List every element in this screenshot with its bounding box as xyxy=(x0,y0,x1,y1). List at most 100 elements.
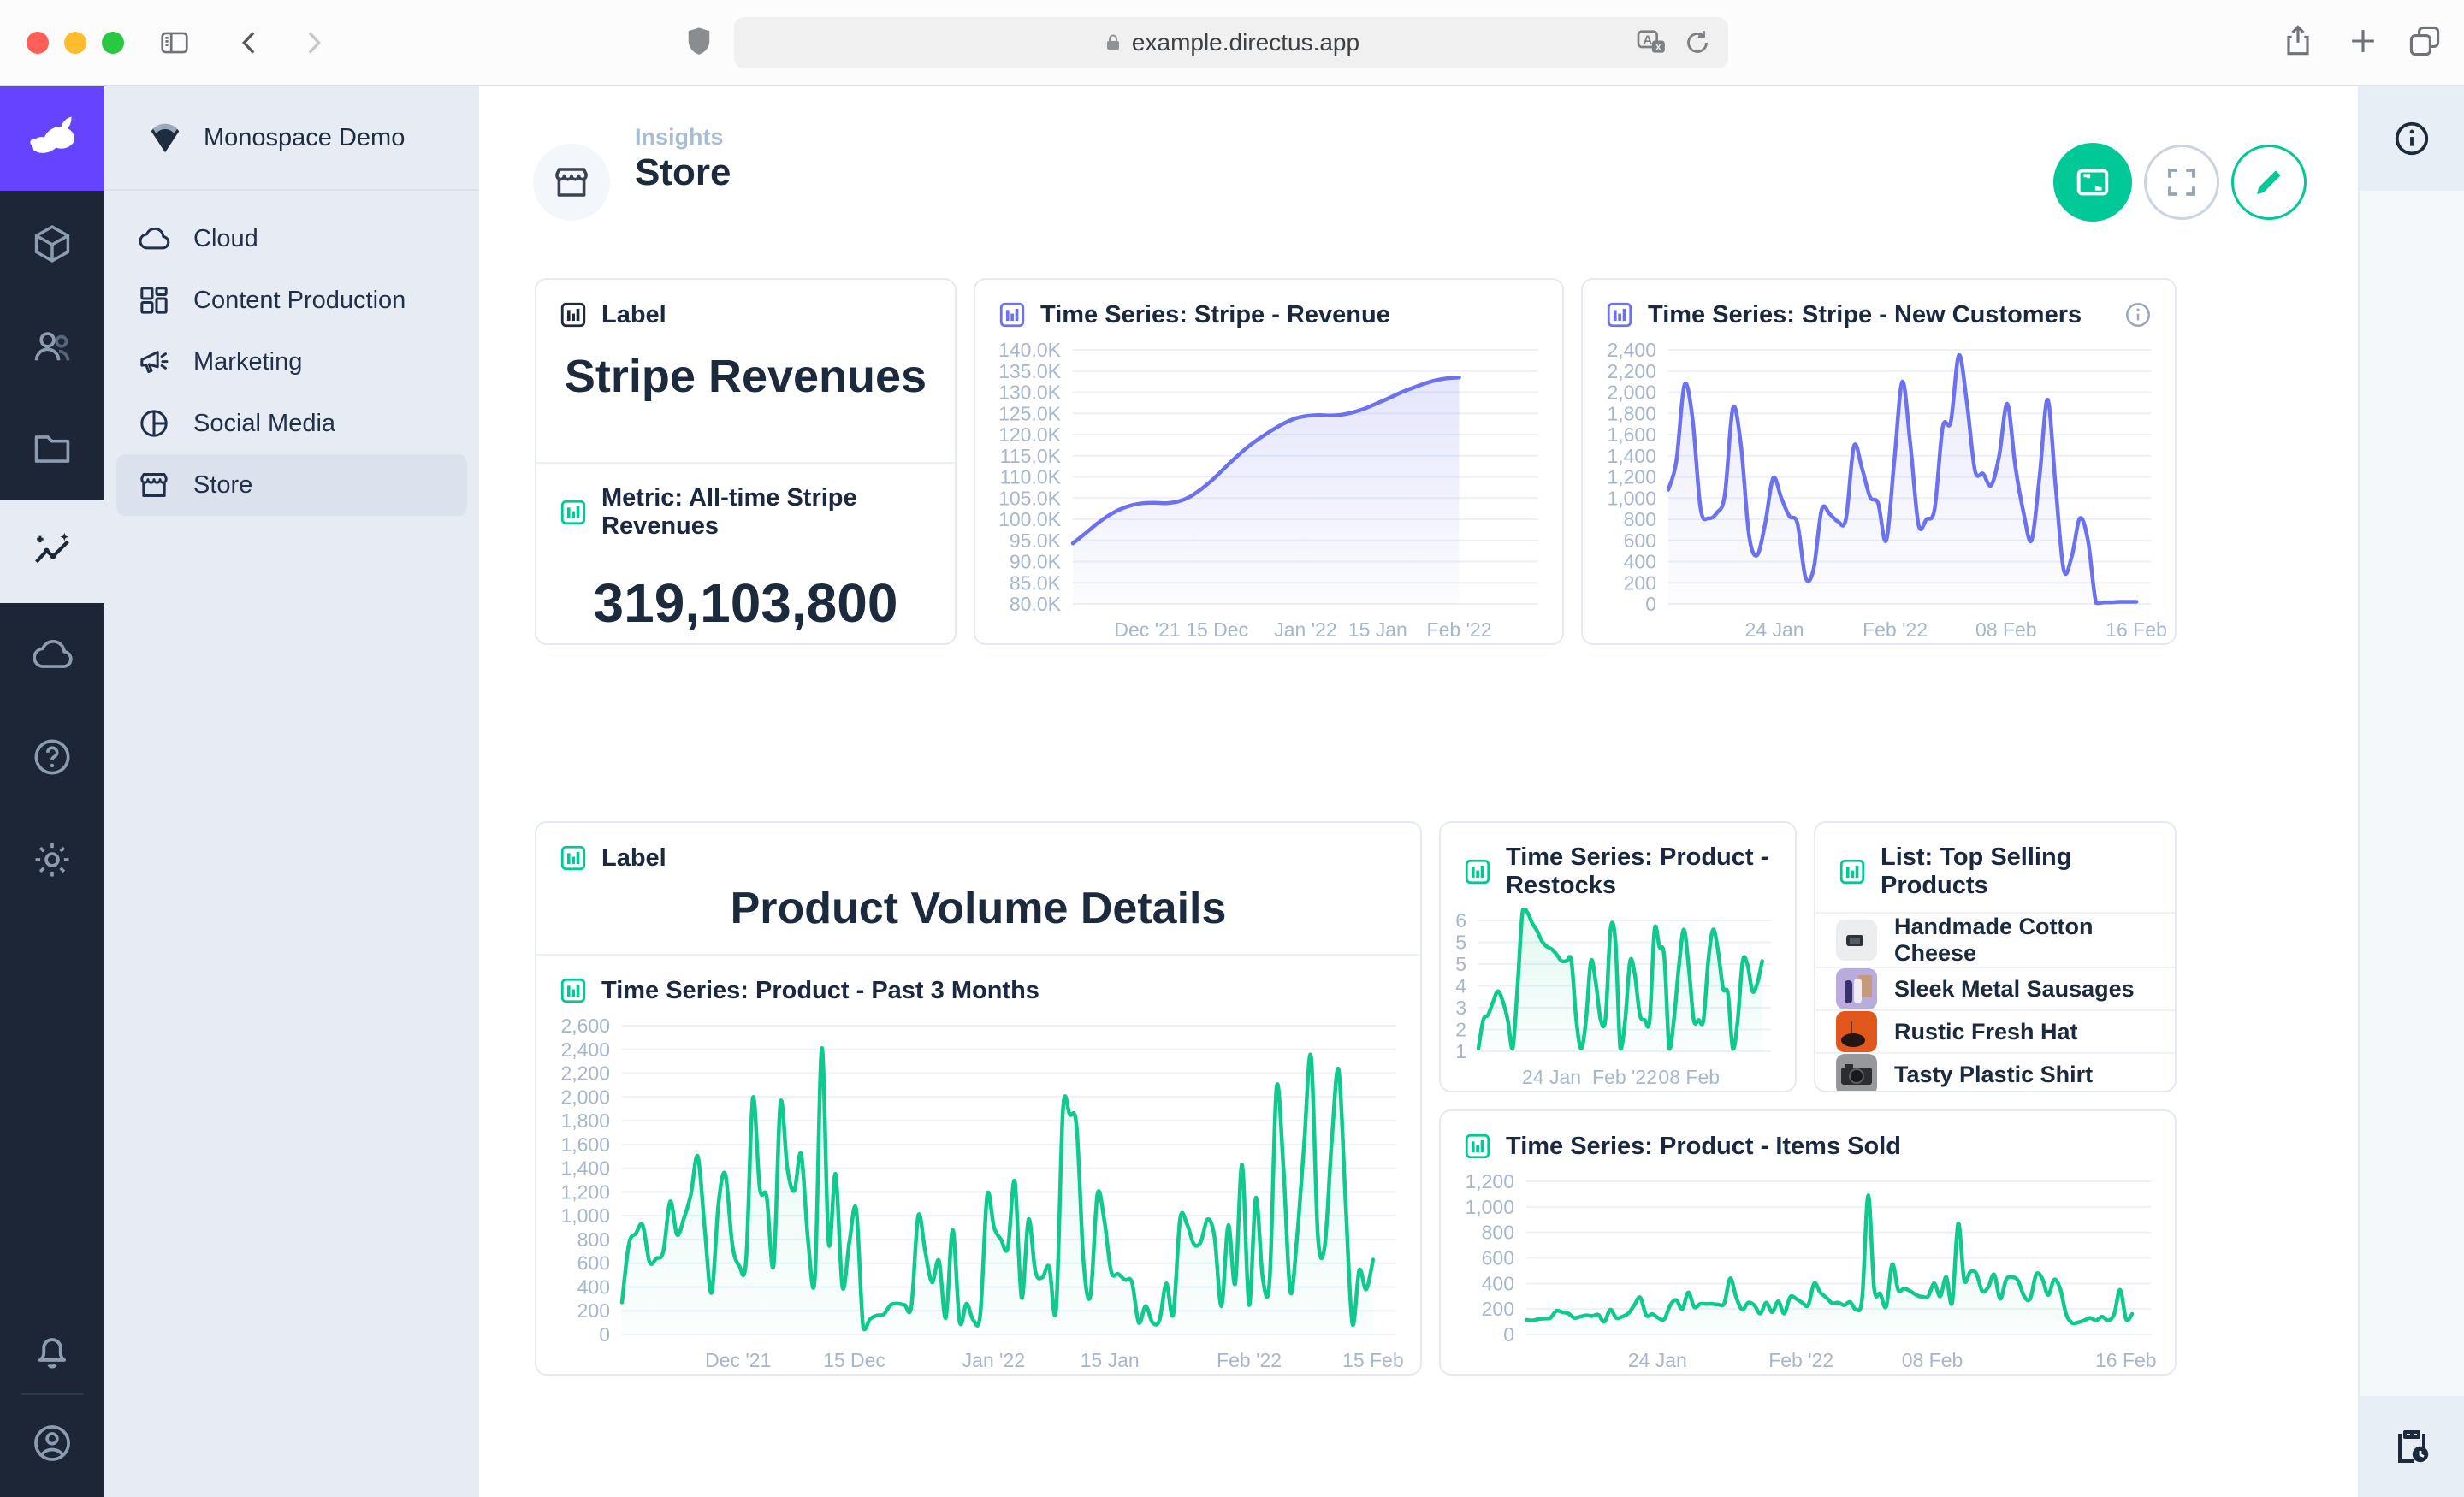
new-tab-icon[interactable] xyxy=(2344,22,2382,60)
storefront-icon xyxy=(551,162,592,203)
svg-text:5: 5 xyxy=(1455,932,1466,954)
svg-text:15 Feb: 15 Feb xyxy=(1342,1349,1404,1371)
slideshow-icon xyxy=(2073,163,2112,202)
list-item[interactable]: Rustic Fresh Hat xyxy=(1815,1009,2175,1052)
label-text: Product Volume Details xyxy=(536,883,1420,934)
fullscreen-button[interactable] xyxy=(2144,145,2219,220)
minimize-window-button[interactable] xyxy=(64,32,86,54)
bar-chart-icon xyxy=(998,300,1027,329)
panel-stripe-new-customers: Time Series: Stripe - New Customers 2,40… xyxy=(1581,278,2177,645)
help-icon xyxy=(30,735,74,779)
card-title: Label xyxy=(601,844,666,873)
panel-info-icon[interactable] xyxy=(2123,300,2153,329)
project-logo-icon xyxy=(145,118,185,157)
product-thumbnail xyxy=(1836,1054,1877,1092)
nav-items: Cloud Content Production Marketing Socia… xyxy=(104,191,479,516)
translate-icon[interactable]: Ax xyxy=(1634,26,1668,60)
sidebar-item-marketing[interactable]: Marketing xyxy=(116,331,467,393)
cloud-icon xyxy=(30,632,74,677)
content-module-button[interactable] xyxy=(0,192,104,295)
screen: example.directus.app Ax xyxy=(0,0,2464,1497)
svg-text:600: 600 xyxy=(1624,530,1656,552)
list-item[interactable]: Sleek Metal Sausages xyxy=(1815,967,2175,1009)
sidebar-info-button[interactable] xyxy=(2360,86,2464,191)
rail-divider xyxy=(21,1393,84,1395)
panel-stripe-label-metric: Label Stripe Revenues Metric: All-time S… xyxy=(535,278,957,645)
help-module-button[interactable] xyxy=(0,706,104,808)
svg-text:15 Dec: 15 Dec xyxy=(1186,618,1248,641)
page-title: Store xyxy=(635,151,731,194)
nav-sidebar: Monospace Demo Cloud Content Production … xyxy=(104,86,479,1497)
project-switcher[interactable]: Monospace Demo xyxy=(104,86,479,191)
svg-text:200: 200 xyxy=(1482,1298,1514,1320)
svg-text:Feb '22: Feb '22 xyxy=(1592,1066,1657,1088)
privacy-shield-icon[interactable] xyxy=(681,24,717,60)
svg-text:2,600: 2,600 xyxy=(560,1015,610,1037)
panel-product-volume: Label Product Volume Details Time Series… xyxy=(535,821,1422,1376)
svg-text:x: x xyxy=(1656,41,1661,52)
edit-dashboard-button[interactable] xyxy=(2231,145,2307,220)
bar-chart-icon xyxy=(559,498,588,527)
sidebar-item-label: Content Production xyxy=(193,287,406,315)
close-window-button[interactable] xyxy=(27,32,49,54)
forward-icon[interactable] xyxy=(296,26,330,60)
share-icon[interactable] xyxy=(2279,22,2317,60)
list-item[interactable]: Tasty Plastic Shirt xyxy=(1815,1052,2175,1092)
sidebar-item-label: Marketing xyxy=(193,348,302,376)
svg-text:Feb '22: Feb '22 xyxy=(1217,1349,1282,1371)
users-module-button[interactable] xyxy=(0,295,104,398)
insights-module-button[interactable] xyxy=(0,500,104,603)
bar-chart-icon xyxy=(1463,857,1492,886)
stripe-new-customers-chart: 2,4002,2002,0001,8001,6001,4001,2001,000… xyxy=(1583,338,2175,643)
pencil-icon xyxy=(2251,164,2287,200)
svg-text:140.0K: 140.0K xyxy=(998,339,1062,361)
notifications-button[interactable] xyxy=(0,1299,104,1401)
tab-overview-icon[interactable] xyxy=(2406,22,2443,60)
reload-icon[interactable] xyxy=(1682,27,1713,58)
files-module-button[interactable] xyxy=(0,398,104,500)
back-icon[interactable] xyxy=(233,26,267,60)
url-bar[interactable]: example.directus.app Ax xyxy=(734,17,1728,68)
list-item[interactable]: Handmade Cotton Cheese xyxy=(1815,912,2175,967)
product-name: Rustic Fresh Hat xyxy=(1894,1019,2078,1045)
present-mode-button[interactable] xyxy=(2053,143,2132,222)
bar-chart-icon xyxy=(1838,857,1867,886)
svg-text:120.0K: 120.0K xyxy=(998,423,1062,446)
settings-module-button[interactable] xyxy=(0,808,104,911)
sidebar-item-content-production[interactable]: Content Production xyxy=(116,269,467,331)
cloud-icon xyxy=(137,222,171,256)
directus-logo[interactable] xyxy=(0,86,104,191)
svg-text:200: 200 xyxy=(578,1299,610,1322)
svg-text:1,000: 1,000 xyxy=(560,1204,610,1227)
svg-text:85.0K: 85.0K xyxy=(1010,571,1062,594)
user-avatar-button[interactable] xyxy=(0,1400,104,1486)
stripe-revenue-chart: 140.0K135.0K130.0K125.0K120.0K115.0K110.… xyxy=(975,338,1562,643)
svg-text:24 Jan: 24 Jan xyxy=(1522,1066,1581,1088)
svg-text:1,600: 1,600 xyxy=(1607,423,1656,446)
sidebar-toggle-icon[interactable] xyxy=(158,27,191,59)
panel-product-items-sold: Time Series: Product - Items Sold 1,2001… xyxy=(1439,1109,2177,1376)
svg-text:5: 5 xyxy=(1455,953,1466,975)
svg-text:1,800: 1,800 xyxy=(1607,402,1656,424)
svg-text:1,400: 1,400 xyxy=(1607,445,1656,467)
cloud-module-button[interactable] xyxy=(0,603,104,706)
breadcrumb[interactable]: Insights xyxy=(635,124,724,151)
svg-text:24 Jan: 24 Jan xyxy=(1628,1349,1687,1371)
sidebar-item-social-media[interactable]: Social Media xyxy=(116,393,467,454)
browser-chrome: example.directus.app Ax xyxy=(0,0,2464,86)
svg-text:0: 0 xyxy=(1503,1323,1514,1346)
product-thumbnail xyxy=(1836,920,1877,961)
svg-text:400: 400 xyxy=(1624,551,1656,573)
activity-log-button[interactable] xyxy=(2360,1396,2464,1497)
bell-icon xyxy=(30,1328,74,1372)
svg-text:2,000: 2,000 xyxy=(1607,382,1656,404)
svg-text:1,000: 1,000 xyxy=(1465,1196,1514,1218)
svg-text:110.0K: 110.0K xyxy=(1000,466,1062,488)
sidebar-item-cloud[interactable]: Cloud xyxy=(116,208,467,269)
svg-text:24 Jan: 24 Jan xyxy=(1745,618,1804,641)
svg-text:95.0K: 95.0K xyxy=(1010,530,1062,552)
main-content: Insights Store Label Stripe Revenues xyxy=(479,86,2358,1497)
sidebar-item-store[interactable]: Store xyxy=(116,454,467,516)
zoom-window-button[interactable] xyxy=(102,32,124,54)
svg-text:4: 4 xyxy=(1455,975,1466,997)
